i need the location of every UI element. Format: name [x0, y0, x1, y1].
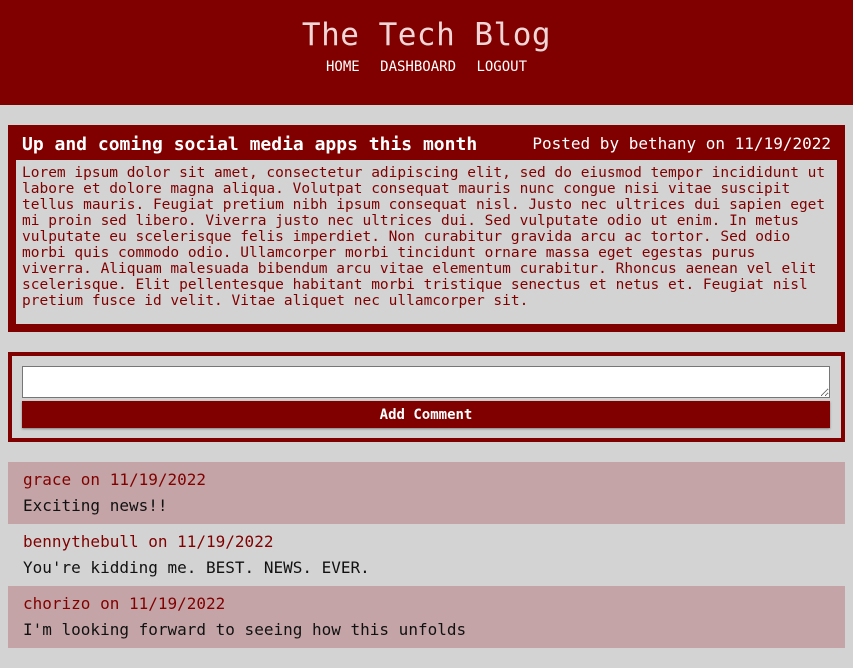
add-comment-button[interactable]: Add Comment — [22, 401, 830, 428]
post-header: Up and coming social media apps this mon… — [12, 129, 841, 159]
comment-item: grace on 11/19/2022 Exciting news!! — [8, 462, 845, 524]
comment-meta: grace on 11/19/2022 — [23, 470, 207, 489]
comment-meta: chorizo on 11/19/2022 — [23, 594, 226, 613]
comment-text: Exciting news!! — [23, 496, 168, 515]
post-body: Lorem ipsum dolor sit amet, consectetur … — [16, 160, 837, 324]
post-title: Up and coming social media apps this mon… — [22, 134, 478, 155]
comment-text: You're kidding me. BEST. NEWS. EVER. — [23, 558, 370, 577]
comment-text: I'm looking forward to seeing how this u… — [23, 620, 467, 639]
nav-dashboard-link[interactable]: DASHBOARD — [380, 59, 456, 75]
main-nav: HOME DASHBOARD LOGOUT — [0, 57, 853, 77]
comment-item: bennythebull on 11/19/2022 You're kiddin… — [8, 524, 845, 586]
comment-item: chorizo on 11/19/2022 I'm looking forwar… — [8, 586, 845, 648]
site-header: The Tech Blog HOME DASHBOARD LOGOUT — [0, 0, 853, 105]
comment-meta: bennythebull on 11/19/2022 — [23, 532, 274, 551]
comment-input[interactable] — [22, 366, 830, 398]
comments-list: grace on 11/19/2022 Exciting news!! benn… — [8, 462, 845, 648]
comment-form: Add Comment — [8, 352, 845, 442]
post-meta: Posted by bethany on 11/19/2022 — [532, 134, 831, 153]
post-card: Up and coming social media apps this mon… — [8, 125, 845, 332]
nav-logout-link[interactable]: LOGOUT — [476, 59, 527, 75]
site-title: The Tech Blog — [301, 17, 552, 53]
nav-home-link[interactable]: HOME — [326, 59, 360, 75]
